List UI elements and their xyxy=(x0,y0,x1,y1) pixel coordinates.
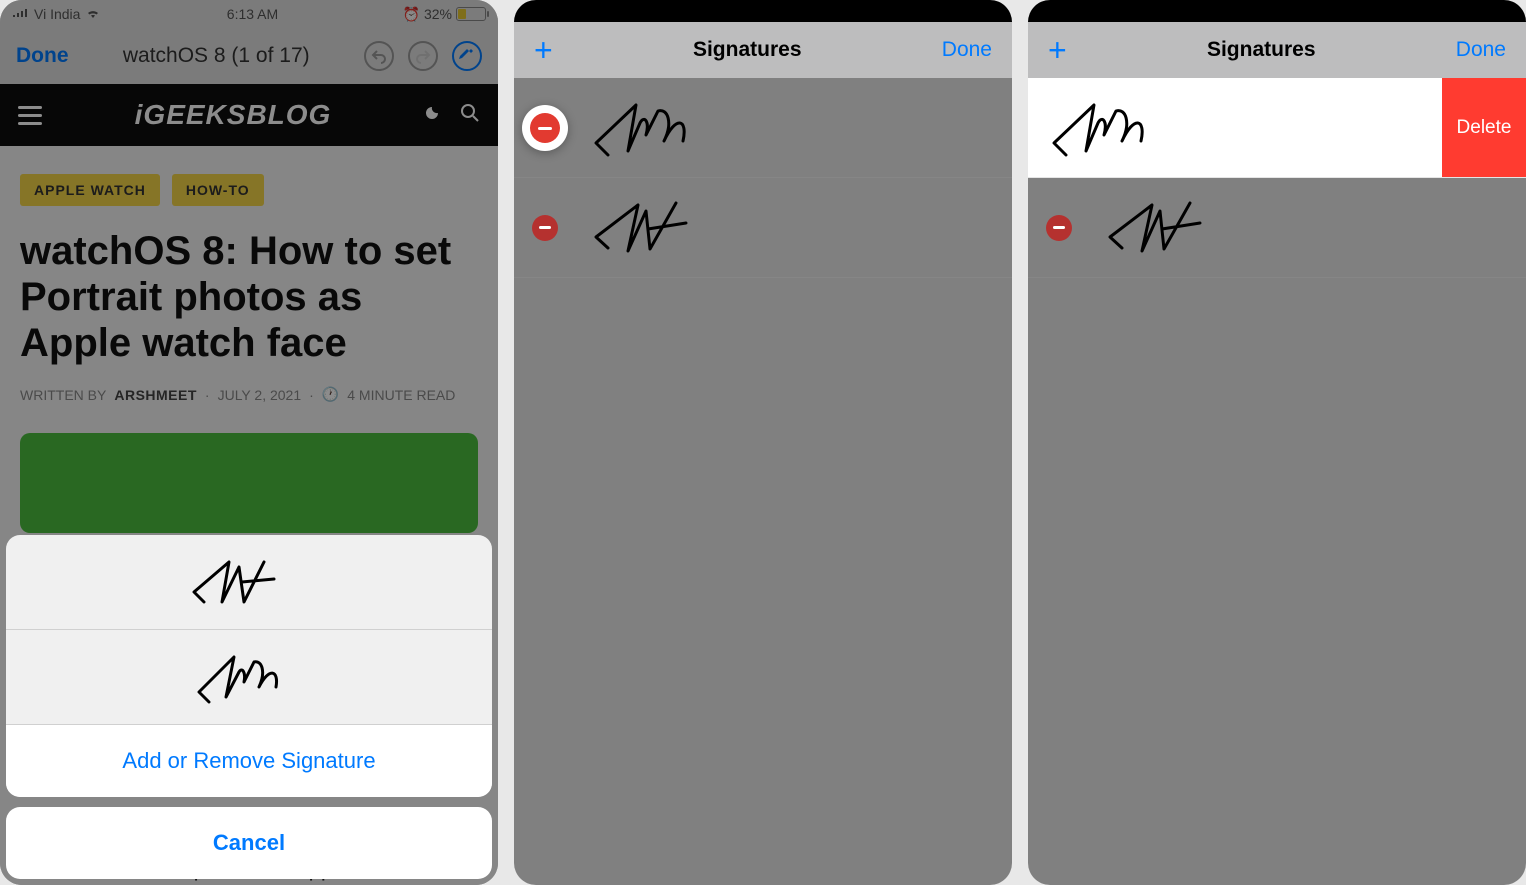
signature-glyph-1 xyxy=(588,93,718,163)
signature-row-2[interactable] xyxy=(514,178,1012,278)
add-remove-signature-button[interactable]: Add or Remove Signature xyxy=(6,725,492,797)
signature-preview-2[interactable] xyxy=(6,630,492,725)
delete-minus-icon[interactable] xyxy=(532,215,558,241)
done-button[interactable]: Done xyxy=(942,38,992,62)
screen-2-signatures-edit: + Signatures Done xyxy=(514,0,1012,885)
cancel-button[interactable]: Cancel xyxy=(6,807,492,879)
action-sheet: Add or Remove Signature Cancel xyxy=(6,535,492,879)
delete-button[interactable]: Delete xyxy=(1442,78,1526,177)
delete-minus-highlight[interactable] xyxy=(522,105,568,151)
signature-row-1-swiped[interactable]: Delete xyxy=(1028,78,1526,178)
signatures-title: Signatures xyxy=(1207,38,1316,62)
signature-row-2[interactable] xyxy=(1028,178,1526,278)
add-signature-icon[interactable]: + xyxy=(534,32,553,69)
screen-1-markup-sheet: Vi India 6:13 AM ⏰ 32% Done watchOS 8 (1… xyxy=(0,0,498,885)
delete-minus-icon[interactable] xyxy=(1046,215,1072,241)
screen-3-swipe-delete: + Signatures Done Delete xyxy=(1028,0,1526,885)
done-button[interactable]: Done xyxy=(1456,38,1506,62)
signature-row-1[interactable] xyxy=(514,78,1012,178)
signatures-header: + Signatures Done xyxy=(1028,22,1526,78)
add-signature-icon[interactable]: + xyxy=(1048,32,1067,69)
signatures-header: + Signatures Done xyxy=(514,22,1012,78)
signatures-title: Signatures xyxy=(693,38,802,62)
signature-glyph-1 xyxy=(1046,93,1176,163)
signature-glyph-2 xyxy=(588,193,718,263)
signature-preview-1[interactable] xyxy=(6,535,492,630)
signature-glyph-2 xyxy=(1102,193,1232,263)
